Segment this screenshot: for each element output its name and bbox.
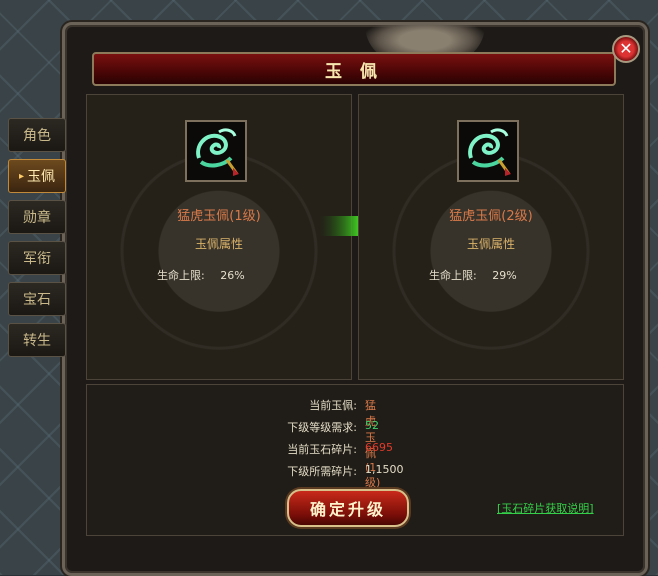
current-pendant-stat: 生命上限: 26% — [157, 267, 245, 283]
current-pendant-attr-title: 玉佩属性 — [194, 237, 243, 251]
tab-rank[interactable]: 军衔 — [8, 241, 66, 275]
info-label: 下级等级需求: — [287, 421, 357, 434]
tab-label: 角色 — [23, 128, 51, 144]
tab-label: 宝石 — [23, 292, 51, 308]
tab-character[interactable]: 角色 — [8, 118, 66, 152]
side-tabs: 角色 玉佩 勋章 军衔 宝石 转生 — [8, 118, 68, 364]
info-label: 当前玉佩: — [309, 399, 357, 412]
title-bar: 玉 佩 — [92, 52, 616, 86]
current-pendant-name: 猛虎玉佩(1级) — [177, 209, 261, 224]
close-button[interactable]: ✕ — [612, 35, 640, 63]
jade-pendant-icon[interactable] — [185, 120, 247, 182]
upgrade-info-panel: 当前玉佩: 猛虎玉佩(1级) 下级等级需求: 52 当前玉石碎片: 6695 下… — [86, 384, 624, 536]
window-title: 玉 佩 — [325, 61, 383, 82]
confirm-upgrade-button[interactable]: 确定升级 — [287, 489, 409, 527]
tab-label: 军衔 — [23, 251, 51, 267]
stat-label: 生命上限: — [429, 269, 477, 282]
fragment-help-link[interactable]: [玉石碎片获取说明] — [497, 500, 594, 516]
jade-pendant-icon[interactable] — [457, 120, 519, 182]
next-pendant-stat: 生命上限: 29% — [429, 267, 517, 283]
info-label: 下级所需碎片: — [287, 465, 357, 478]
close-icon: ✕ — [619, 39, 633, 58]
info-value: 52 — [365, 419, 379, 432]
tab-label: 转生 — [23, 333, 51, 349]
tab-label: 勋章 — [23, 210, 51, 226]
next-pendant-name: 猛虎玉佩(2级) — [449, 209, 533, 224]
next-pendant-panel: 猛虎玉佩(2级) 玉佩属性 生命上限: 29% — [358, 94, 624, 380]
current-pendant-panel: 猛虎玉佩(1级) 玉佩属性 生命上限: 26% — [86, 94, 352, 380]
stat-value: 26% — [220, 269, 245, 282]
stat-label: 生命上限: — [157, 269, 205, 282]
tab-rebirth[interactable]: 转生 — [8, 323, 66, 357]
tab-medal[interactable]: 勋章 — [8, 200, 66, 234]
next-pendant-attr-title: 玉佩属性 — [466, 237, 515, 251]
tab-gem[interactable]: 宝石 — [8, 282, 66, 316]
stat-value: 29% — [492, 269, 517, 282]
tab-label: 玉佩 — [27, 169, 56, 185]
info-value: 1,1500 — [365, 463, 404, 476]
info-label: 当前玉石碎片: — [287, 443, 357, 456]
info-value: 6695 — [365, 441, 393, 454]
tab-jade-pendant[interactable]: 玉佩 — [8, 159, 66, 193]
